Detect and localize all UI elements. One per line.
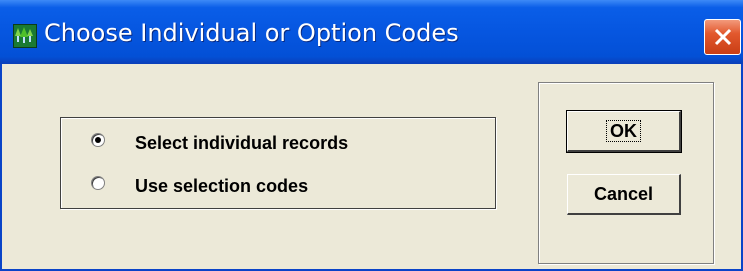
cancel-button[interactable]: Cancel [567,174,681,215]
radio-use-selection-codes[interactable]: Use selection codes [91,173,308,199]
title-bar[interactable]: Choose Individual or Option Codes [0,0,743,64]
ok-button[interactable]: OK [566,110,682,153]
radio-button-checked[interactable] [91,133,105,147]
window-title: Choose Individual or Option Codes [44,19,459,47]
radio-button-unchecked[interactable] [91,176,105,190]
dialog-window: Choose Individual or Option Codes Select… [0,0,743,271]
close-button[interactable] [704,19,741,55]
radio-label-use-selection-codes: Use selection codes [135,175,309,196]
radio-label-select-individual: Select individual records [135,132,349,153]
button-panel [538,82,714,264]
dialog-body: Select individual records Use selection … [2,64,743,271]
ok-button-label: OK [606,120,641,142]
radio-select-individual-records[interactable]: Select individual records [91,130,348,156]
close-x-icon [714,28,732,46]
app-icon[interactable] [13,24,37,48]
